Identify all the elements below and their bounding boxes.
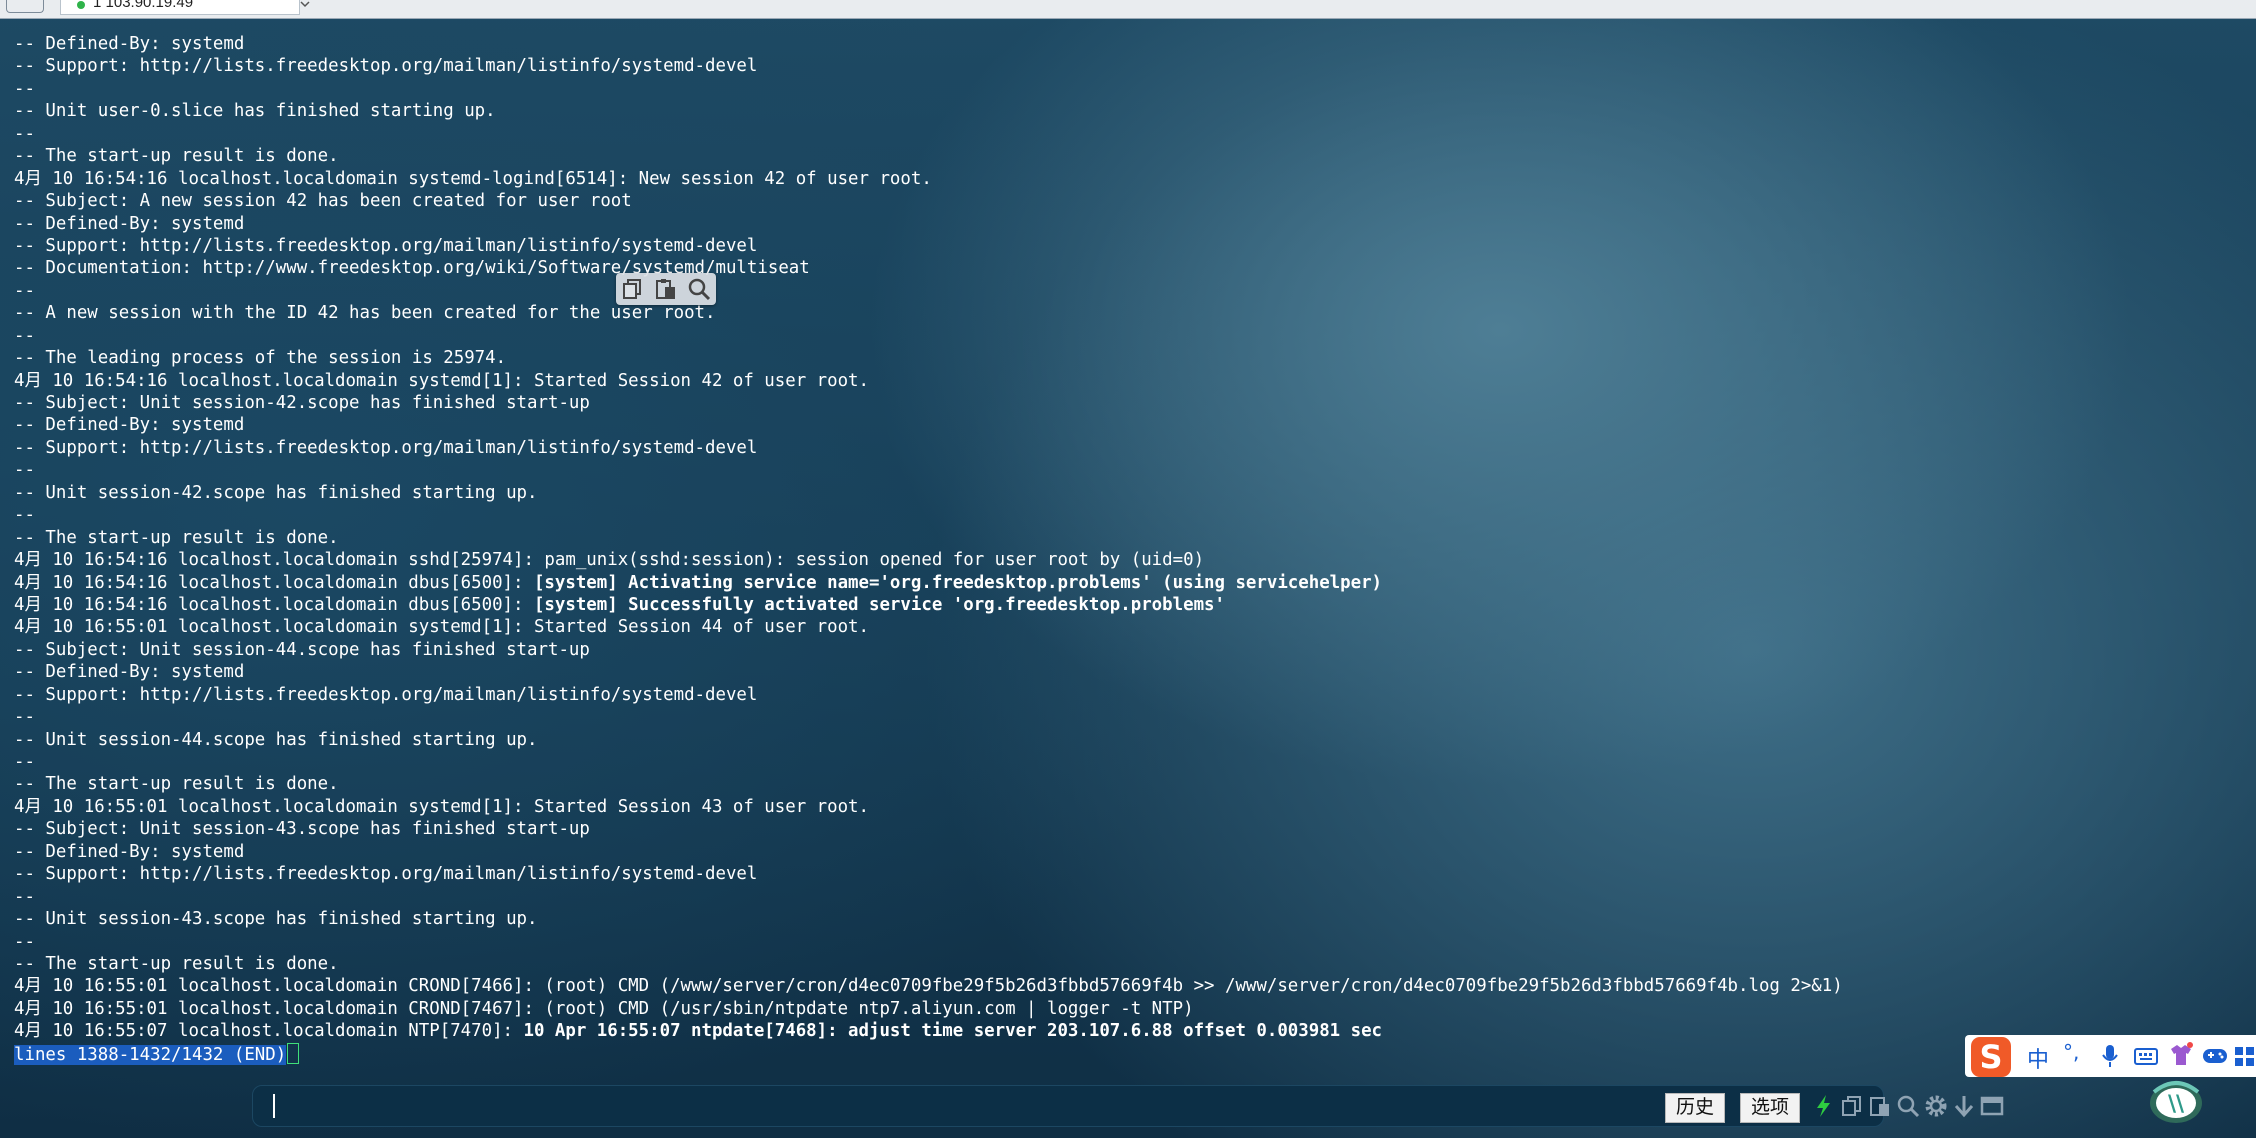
window-tab-bar: 1 103.90.19.49 [0,0,2256,19]
terminal-line: 4月 10 16:55:01 localhost.localdomain sys… [14,617,869,638]
terminal-line: 4月 10 16:55:01 localhost.localdomain CRO… [14,998,1194,1019]
terminal-line: -- The start-up result is done. [14,774,339,795]
terminal-line: -- Support: http://lists.freedesktop.org… [14,235,758,256]
chevron-down-icon[interactable] [298,0,312,12]
session-tab-title: 1 103.90.19.49 [93,0,194,11]
microphone-icon[interactable] [2097,1043,2123,1069]
terminal-line: -- Support: http://lists.freedesktop.org… [14,684,758,705]
terminal-line: -- Defined-By: systemd [14,415,245,436]
terminal-line: 4月 10 16:54:16 localhost.localdomain dbu… [14,572,2244,594]
terminal-line: 4月 10 16:54:16 localhost.localdomain dbu… [14,594,2244,616]
pager-status-text: lines 1388-1432/1432 (END) [14,1044,287,1065]
terminal-line: -- [14,707,35,728]
command-input[interactable] [273,1094,275,1118]
terminal-line: -- Defined-By: systemd [14,34,245,54]
assistant-avatar-icon[interactable]: \\ [2148,1078,2204,1124]
gamepad-icon[interactable] [2201,1043,2229,1069]
terminal-line: -- Subject: Unit session-43.scope has fi… [14,819,590,840]
terminal-line: -- The leading process of the session is… [14,348,507,369]
paste-icon[interactable] [1867,1093,1893,1119]
terminal-line: 4月 10 16:54:16 localhost.localdomain sys… [14,370,869,391]
terminal-line: -- The start-up result is done. [14,527,339,548]
terminal-line: -- [14,505,35,526]
terminal-line: -- [14,123,35,144]
connection-status-icon [77,1,85,9]
paste-icon[interactable] [653,276,679,302]
pager-status-line: lines 1388-1432/1432 (END) [14,1042,2244,1065]
terminal-line: 4月 10 16:55:07 localhost.localdomain NTP… [14,1020,2244,1042]
gear-icon[interactable] [1923,1093,1949,1119]
terminal-line: -- Unit session-43.scope has finished st… [14,909,538,930]
svg-text:S: S [1979,1038,2002,1076]
terminal-line: -- Unit session-44.scope has finished st… [14,729,538,750]
ime-mode-label[interactable]: 中 [2027,1042,2049,1074]
terminal-line: -- [14,460,35,481]
terminal-line: -- Defined-By: systemd [14,841,245,862]
terminal-line: -- Subject: Unit session-44.scope has fi… [14,639,590,660]
terminal-line: 4月 10 16:54:16 localhost.localdomain ssh… [14,550,1205,571]
terminal-line: -- Support: http://lists.freedesktop.org… [14,437,758,458]
sogou-s-icon[interactable]: S [1969,1035,2013,1079]
lightning-icon[interactable] [1811,1093,1837,1119]
ime-toolbar: S 中 °, [1965,1035,2256,1077]
terminal-line: -- [14,78,35,99]
terminal-line: -- [14,752,35,772]
search-icon[interactable] [1895,1093,1921,1119]
terminal-line: -- Subject: A new session 42 has been cr… [14,191,632,212]
terminal-line: -- The start-up result is done. [14,146,339,167]
terminal-line: -- Defined-By: systemd [14,213,245,234]
search-icon[interactable] [686,276,712,302]
terminal-line: -- Support: http://lists.freedesktop.org… [14,864,758,885]
options-button[interactable]: 选项 [1740,1093,1801,1123]
copy-icon[interactable] [620,276,646,302]
download-arrow-icon[interactable] [1951,1093,1977,1119]
terminal-line: -- Documentation: http://www.freedesktop… [14,258,810,279]
terminal-line-prefix: 4月 10 16:54:16 localhost.localdomain dbu… [14,572,534,593]
history-button[interactable]: 历史 [1665,1093,1726,1123]
terminal-line-highlighted-text: [system] Activating service name='org.fr… [533,572,1383,593]
selection-toolbar [616,273,716,305]
folder-icon[interactable] [6,0,44,13]
ime-punctuation-label[interactable]: °, [2063,1040,2079,1064]
keyboard-icon[interactable] [2133,1043,2159,1069]
terminal-line-highlighted-text: [system] Successfully activated service … [533,594,1225,615]
command-input-bar[interactable]: 历史 选项 [252,1085,2004,1127]
terminal-line: -- Unit session-42.scope has finished st… [14,482,538,503]
terminal-line: -- Subject: Unit session-42.scope has fi… [14,393,590,413]
svg-text:\\: \\ [2168,1092,2185,1117]
terminal-line: -- Defined-By: systemd [14,662,245,683]
terminal-line: -- [14,280,35,301]
terminal-line: -- A new session with the ID 42 has been… [14,303,716,324]
terminal-line-highlighted-text: 10 Apr 16:55:07 ntpdate[7468]: adjust ti… [523,1021,1383,1042]
terminal-line: 4月 10 16:54:16 localhost.localdomain sys… [14,168,932,189]
terminal-line: -- Support: http://lists.freedesktop.org… [14,56,758,77]
session-tab[interactable]: 1 103.90.19.49 [60,0,300,15]
terminal-line-prefix: 4月 10 16:54:16 localhost.localdomain dbu… [14,594,534,615]
copy-icon[interactable] [1839,1093,1865,1119]
terminal-line: -- [14,931,35,952]
terminal-line: 4月 10 16:55:01 localhost.localdomain CRO… [14,976,1843,997]
terminal-line: 4月 10 16:55:01 localhost.localdomain sys… [14,796,869,817]
terminal-line: -- The start-up result is done. [14,953,339,974]
skin-icon[interactable] [2167,1041,2195,1069]
terminal-output[interactable]: -- Defined-By: systemd -- Support: http:/… [14,33,2244,1065]
terminal-line-prefix: 4月 10 16:55:07 localhost.localdomain NTP… [14,1021,524,1042]
terminal-cursor [287,1042,300,1064]
terminal-line: -- [14,325,35,346]
grid-icon[interactable] [2233,1043,2255,1069]
terminal-line: -- [14,886,35,907]
terminal-line: -- Unit user-0.slice has finished starti… [14,101,496,122]
window-icon[interactable] [1979,1093,2005,1119]
